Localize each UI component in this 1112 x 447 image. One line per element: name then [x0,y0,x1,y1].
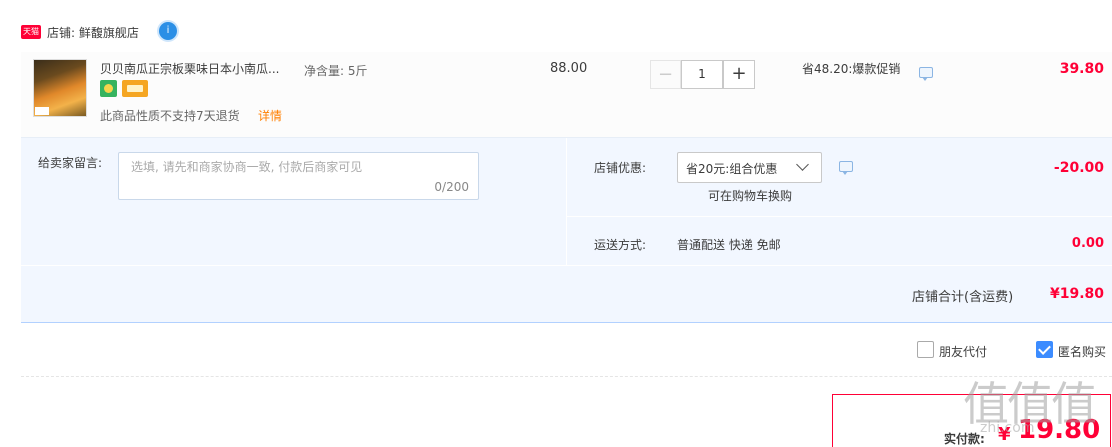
no-return-notice: 此商品性质不支持7天退货 [100,109,240,123]
shop-name-link[interactable]: 店铺: 鲜馥旗舰店 [47,24,139,41]
item-subtotal: 39.80 [1059,61,1104,77]
tmall-logo: 天猫 [21,25,41,39]
product-title-link[interactable]: 贝贝南瓜正宗板栗味日本小南瓜... [100,60,279,77]
friend-pay-checkbox[interactable] [917,341,934,358]
shipping-fee: 0.00 [1071,236,1104,251]
shop-coupon-label: 店铺优惠: [594,161,647,175]
product-thumbnail[interactable] [33,59,87,117]
panel-divider [21,265,1112,266]
store-total-value: ¥19.80 [1049,286,1104,302]
panel-divider [567,216,1112,217]
unit-price: 88.00 [550,61,588,76]
item-promotion: 省48.20:爆款促销 [802,62,901,76]
wangwang-chat-icon[interactable]: i [159,22,177,40]
quantity-input[interactable]: 1 [681,60,723,89]
seller-message-placeholder: 选填, 请先和商家协商一致, 付款后商家可见 [131,160,363,174]
coupon-info-icon[interactable] [839,161,853,175]
shop-coupon-selected-value: 省20元:组合优惠 [686,162,778,176]
product-sku: 净含量: 5斤 [304,64,368,78]
anonymous-purchase-checkbox[interactable] [1036,341,1053,358]
coupon-hint-link[interactable]: 可在购物车换购 [708,187,792,204]
store-total-label: 店铺合计(含运费) [912,290,1014,305]
shipping-method-value: 普通配送 快递 免邮 [677,238,781,252]
promotion-info-icon[interactable] [919,67,933,81]
friend-pay-label[interactable]: 朋友代付 [939,343,987,360]
thumbnail-price-tag [35,107,49,115]
section-divider [21,376,1112,377]
service-guarantee-icon[interactable] [100,80,117,97]
quantity-decrease-button[interactable]: − [650,60,681,89]
no-return-detail-link[interactable]: 详情 [258,107,282,124]
shipping-method-label: 运送方式: [594,238,647,252]
seller-message-char-count: 0/200 [434,180,469,194]
quantity-increase-button[interactable]: + [723,60,755,89]
panel-divider [566,138,567,266]
credit-card-icon[interactable] [122,80,148,97]
coupon-discount-amount: -20.00 [1053,160,1104,176]
site-watermark-url: zhi.com [980,420,1035,436]
seller-message-label: 给卖家留言: [38,156,103,170]
anonymous-purchase-label[interactable]: 匿名购买 [1058,343,1106,360]
